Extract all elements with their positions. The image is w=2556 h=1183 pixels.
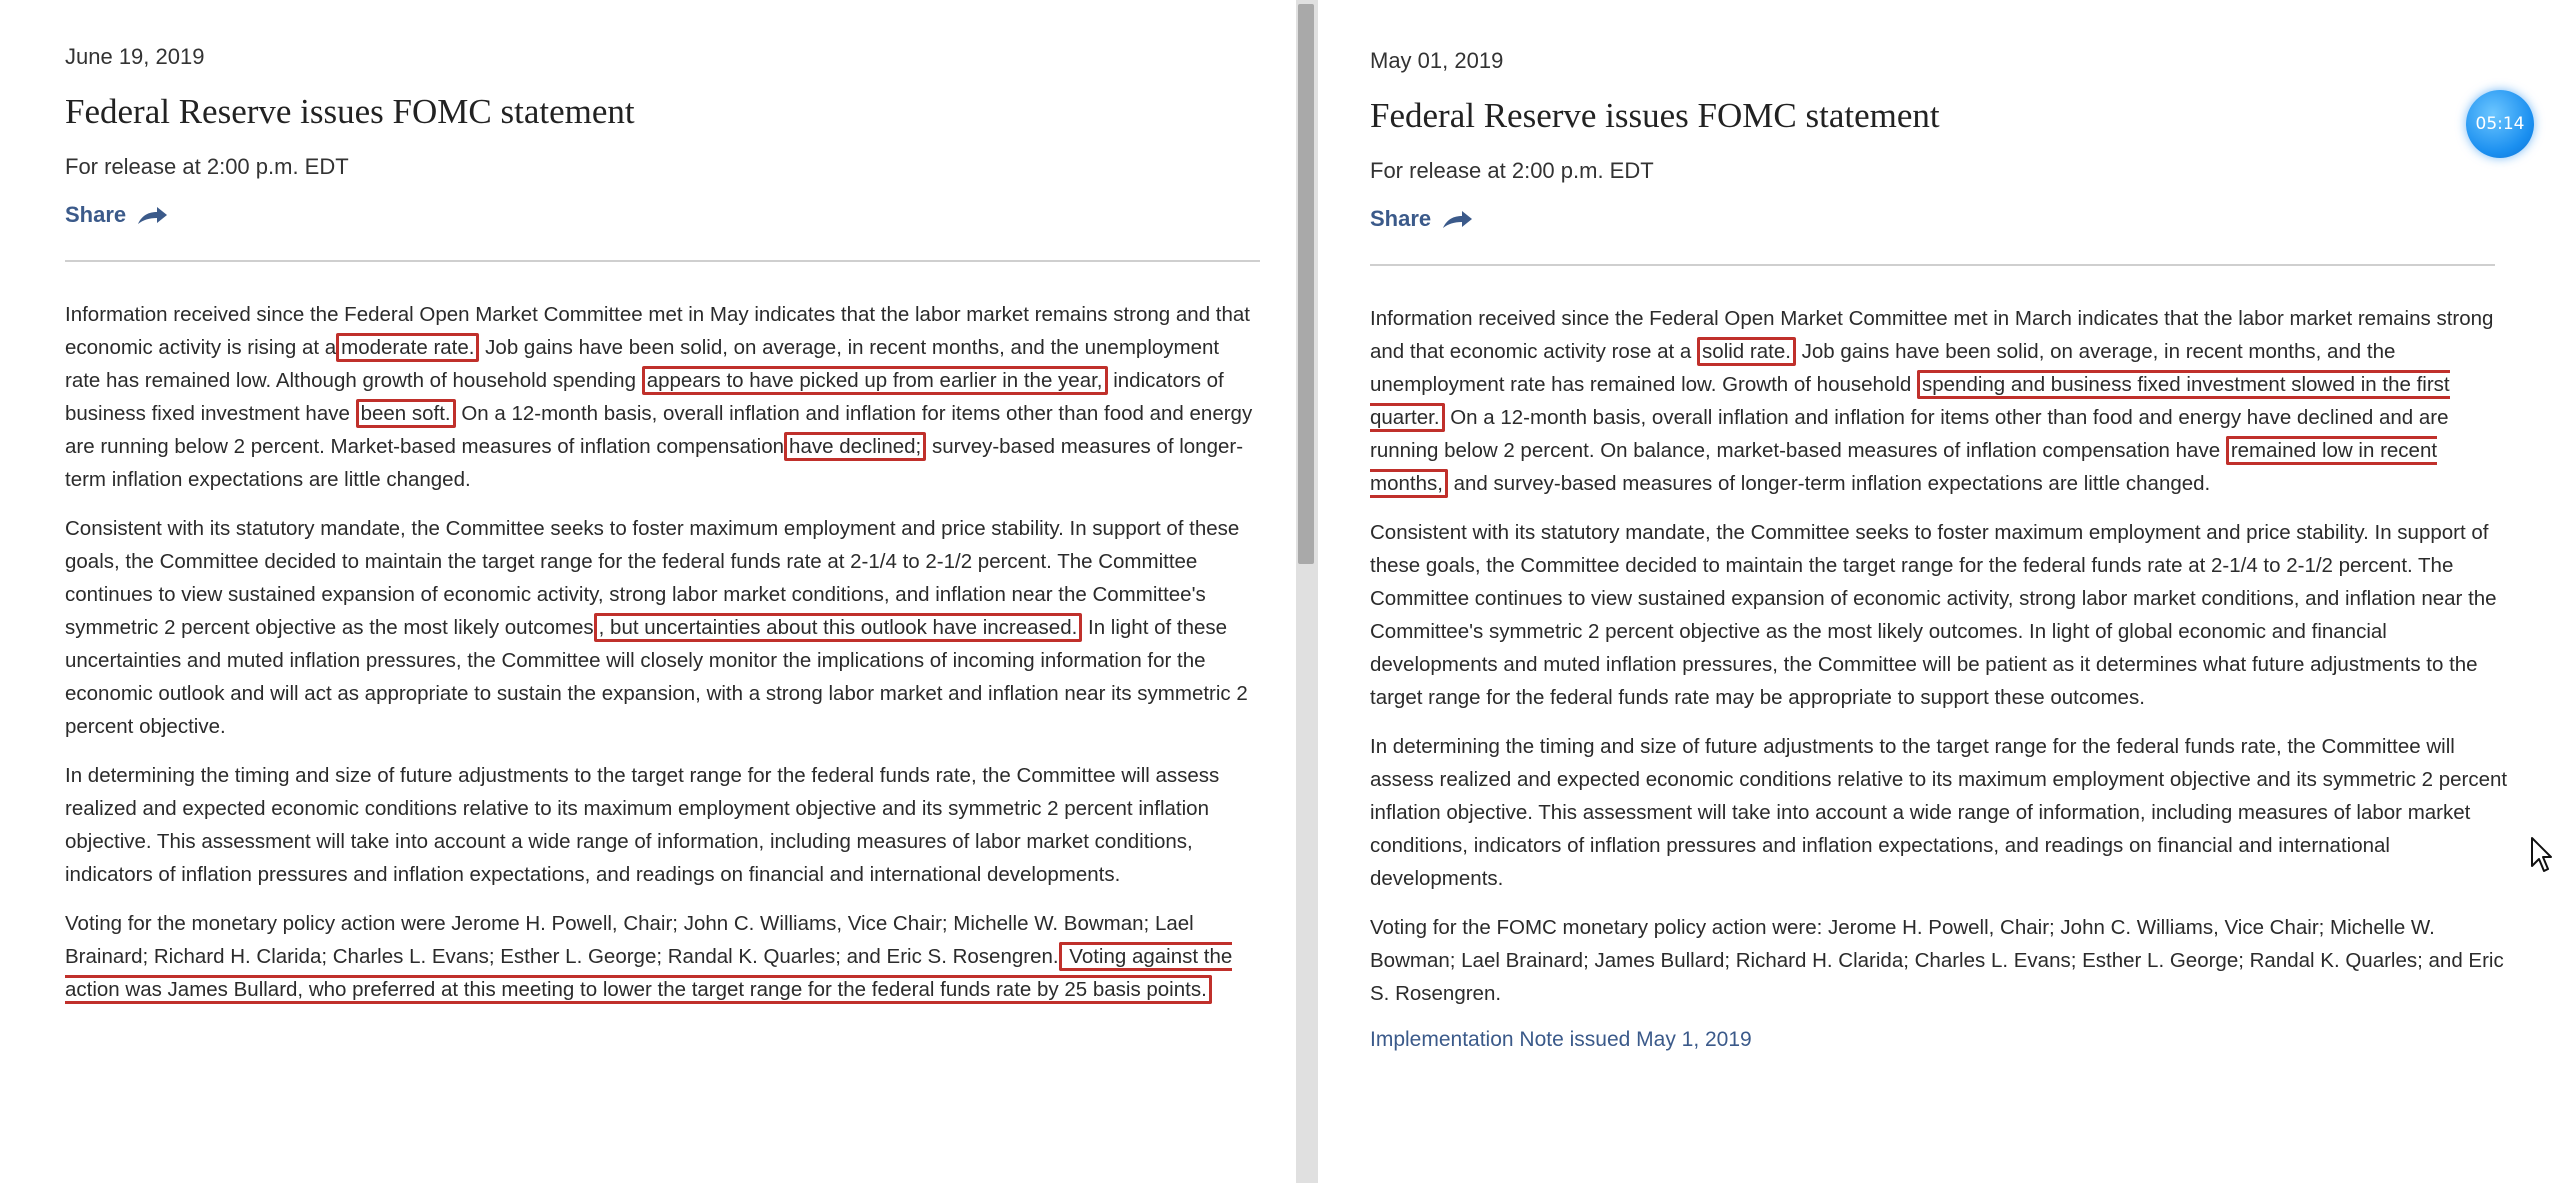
left-p2-highlight-1: , but uncertainties about this outlook h… [593,613,1083,642]
left-release-time: For release at 2:00 p.m. EDT [65,154,349,179]
share-arrow-icon [1443,211,1473,228]
left-p1-highlight-1: moderate rate. [336,333,480,362]
right-paragraph-3: In determining the timing and size of fu… [1370,735,2508,890]
left-p1-highlight-4: have declined; [784,432,927,461]
left-paragraph-3: In determining the timing and size of fu… [65,764,1220,886]
left-statement-pane[interactable]: June 19, 2019 Federal Reserve issues FOM… [0,0,1296,1183]
left-paragraph-4: Voting for the monetary policy action we… [65,907,1260,1006]
comparison-screen: June 19, 2019 Federal Reserve issues FOM… [0,0,2556,1183]
right-paragraph-2: Consistent with its statutory mandate, t… [1370,521,2497,709]
right-p1-text-4: and survey-based measures of longer-term… [1447,472,2211,495]
right-date: May 01, 2019 [1370,48,1504,73]
left-share-link[interactable]: Share [65,202,168,228]
right-title: Federal Reserve issues FOMC statement [1370,96,1940,135]
mouse-pointer-icon [2531,837,2552,872]
left-date: June 19, 2019 [65,44,205,69]
left-share-label: Share [65,202,127,227]
right-share-link[interactable]: Share [1370,206,1473,232]
left-paragraph-2: Consistent with its statutory mandate, t… [65,512,1260,743]
left-title: Federal Reserve issues FOMC statement [65,92,635,131]
left-divider [65,260,1260,262]
left-paragraph-1: Information received since the Federal O… [65,298,1260,496]
right-release-time: For release at 2:00 p.m. EDT [1370,158,1654,183]
left-statement: June 19, 2019 Federal Reserve issues FOM… [65,44,1260,1006]
right-share-label: Share [1370,206,1432,231]
right-paragraph-4: Voting for the FOMC monetary policy acti… [1370,916,2504,1005]
implementation-note-link[interactable]: Implementation Note issued May 1, 2019 [1370,1028,2520,1052]
left-p1-highlight-2: appears to have picked up from earlier i… [641,366,1108,395]
left-p4-text-1: Voting for the monetary policy action we… [65,912,1194,968]
right-paragraph-1: Information received since the Federal O… [1370,302,2520,500]
right-divider [1370,264,2495,266]
left-scrollbar-thumb[interactable] [1298,4,1314,564]
right-statement: May 01, 2019 Federal Reserve issues FOMC… [1370,48,2520,1052]
timer-badge[interactable]: 05:14 [2466,90,2534,158]
right-statement-pane[interactable]: May 01, 2019 Federal Reserve issues FOMC… [1318,0,2556,1183]
share-arrow-icon [138,207,168,224]
right-p1-highlight-1: solid rate. [1697,337,1796,366]
left-p1-highlight-3: been soft. [355,399,456,428]
